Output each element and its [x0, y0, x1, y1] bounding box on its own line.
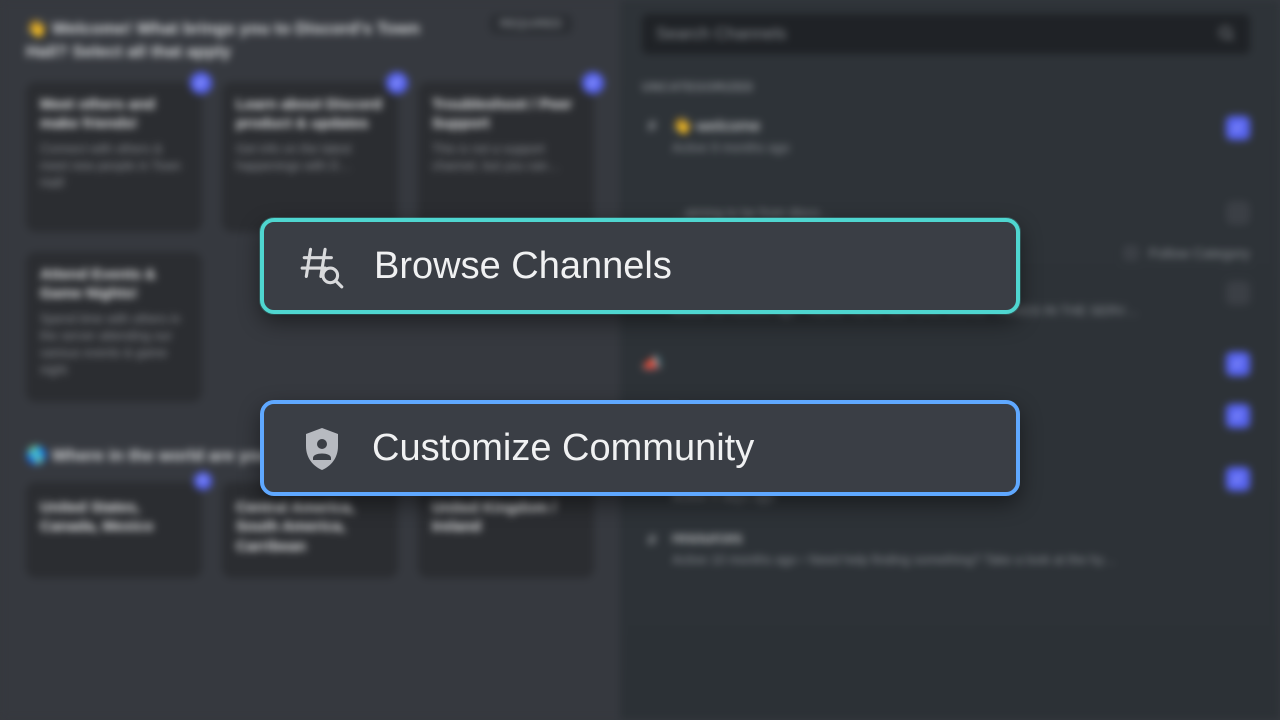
card-desc: Connect with others & meet new people in…: [40, 141, 188, 192]
location-label: Central America, South America, Carribea…: [236, 499, 355, 555]
search-icon: [1218, 25, 1236, 43]
location-card[interactable]: Central America, South America, Carribea…: [222, 482, 398, 578]
location-label: United Kingdom / Ireland: [432, 499, 556, 536]
megaphone-icon: 📣: [642, 354, 662, 374]
channel-sub: Active 9 months ago: [672, 140, 790, 155]
channel-list: # 👋-welcome Active 9 months ago ✓ …aimin…: [642, 106, 1250, 583]
channel-checkbox[interactable]: ✓: [1226, 352, 1250, 376]
channel-checkbox[interactable]: ✓: [1226, 404, 1250, 428]
search-bar[interactable]: [642, 14, 1250, 54]
browse-channels-label: Browse Channels: [374, 245, 672, 288]
onboard-card[interactable]: ✓ Troubleshoot / Peer Support This is no…: [418, 82, 594, 232]
channel-browser-panel: UNCATEGORIZED # 👋-welcome Active 9 month…: [620, 0, 1280, 720]
follow-checkbox[interactable]: [1123, 245, 1139, 261]
category-label: UNCATEGORIZED: [642, 80, 1250, 94]
location-label: United States, Canada, Mexico: [40, 499, 153, 536]
required-badge: REQUIRED: [490, 14, 572, 34]
channel-checkbox[interactable]: [1226, 201, 1250, 225]
location-card[interactable]: United Kingdom / Ireland: [418, 482, 594, 578]
channel-row[interactable]: # 👋-welcome Active 9 months ago ✓: [642, 106, 1250, 171]
card-title: Learn about Discord product & updates: [236, 96, 384, 134]
check-icon: ✓: [190, 72, 212, 94]
onboard-card[interactable]: ✓ Meet others and make friends! Connect …: [26, 82, 202, 232]
browse-channels-button[interactable]: Browse Channels: [260, 218, 1020, 314]
check-icon: ✓: [194, 472, 212, 490]
hash-icon: #: [642, 532, 662, 550]
channel-checkbox[interactable]: ✓: [1226, 467, 1250, 491]
hash-search-icon: [298, 241, 348, 291]
card-title: Attend Events & Game Nights!: [40, 266, 188, 304]
channel-checkbox[interactable]: [1226, 281, 1250, 305]
card-title: Meet others and make friends!: [40, 96, 188, 134]
channel-row[interactable]: 📣 ✓: [642, 334, 1250, 394]
channel-name: resources: [672, 530, 1116, 548]
customize-community-label: Customize Community: [372, 427, 754, 470]
shield-user-icon: [298, 424, 346, 472]
channel-sub: Active 10 months agoNeed help finding so…: [672, 552, 1116, 567]
search-input[interactable]: [656, 24, 1218, 44]
card-desc: This is not a support channel, but you c…: [432, 141, 580, 175]
check-icon: ✓: [386, 72, 408, 94]
onboard-card[interactable]: ✓ Learn about Discord product & updates …: [222, 82, 398, 232]
card-desc: Get info on the latest happenings with D…: [236, 141, 384, 175]
hash-icon: #: [642, 118, 662, 136]
background-layer: 👋 Welcome! What brings you to Discord's …: [0, 0, 1280, 720]
card-title: Troubleshoot / Peer Support: [432, 96, 580, 134]
channel-checkbox[interactable]: ✓: [1226, 116, 1250, 140]
card-desc: Spend time with others in the server att…: [40, 311, 188, 379]
onboarding-prompt: 👋 Welcome! What brings you to Discord's …: [26, 18, 456, 64]
check-icon: ✓: [582, 72, 604, 94]
location-card[interactable]: ✓ United States, Canada, Mexico: [26, 482, 202, 578]
customize-community-button[interactable]: Customize Community: [260, 400, 1020, 496]
follow-label: Follow Category: [1149, 245, 1250, 261]
onboarding-panel: 👋 Welcome! What brings you to Discord's …: [0, 0, 620, 720]
channel-name: 👋-welcome: [672, 116, 790, 136]
location-cards: ✓ United States, Canada, Mexico Central …: [26, 482, 594, 578]
channel-row[interactable]: # resources Active 10 months agoNeed hel…: [642, 520, 1250, 583]
onboard-card[interactable]: Attend Events & Game Nights! Spend time …: [26, 252, 202, 402]
